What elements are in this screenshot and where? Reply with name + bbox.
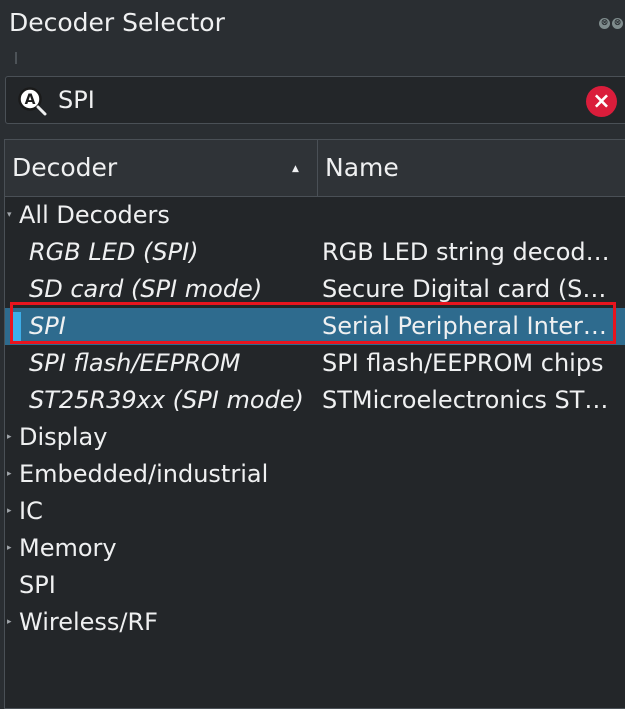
window-title: Decoder Selector (9, 8, 225, 37)
collapsed-arrow-icon[interactable]: ▸ (7, 419, 12, 456)
toolbar-grip[interactable] (15, 52, 17, 64)
close-icon[interactable]: ⊗ (612, 18, 623, 29)
tree-item-category[interactable]: ▸ Display (5, 419, 625, 456)
header-decoder[interactable]: Decoder (5, 140, 318, 196)
tree-item-category[interactable]: ▸ IC (5, 493, 625, 530)
search-input[interactable] (58, 86, 558, 114)
expanded-arrow-icon: ▾ (7, 210, 12, 220)
decoder-id: RGB LED (SPI) (29, 238, 199, 266)
category-label: Wireless/RF (19, 608, 158, 636)
tree-item-category[interactable]: SPI (5, 567, 625, 604)
tree-item-category[interactable]: ▸ Embedded/industrial (5, 456, 625, 493)
sort-ascending-icon: ▲ (292, 164, 299, 174)
title-buttons: ⊗ ⊗ (599, 18, 623, 29)
decoder-id: ST25R39xx (SPI mode) (29, 386, 304, 414)
decoder-name: Serial Peripheral Inter… (322, 312, 607, 340)
category-label: Embedded/industrial (19, 460, 269, 488)
collapsed-arrow-icon[interactable]: ▸ (7, 604, 12, 641)
svg-text:A: A (25, 92, 36, 108)
tree-item-decoder[interactable]: SD card (SPI mode) Secure Digital card (… (5, 271, 625, 308)
header-name[interactable]: Name (319, 140, 625, 196)
decoder-name: Secure Digital card (S… (322, 275, 607, 303)
tree-item-category[interactable]: ▸ Wireless/RF (5, 604, 625, 641)
decoder-tree[interactable]: Decoder ▲ Name ▾ All Decoders RGB LED (S… (4, 139, 625, 709)
tree-item-all-decoders[interactable]: ▾ All Decoders (5, 197, 625, 234)
tree-item-decoder[interactable]: RGB LED (SPI) RGB LED string decod… (5, 234, 625, 271)
category-label: Memory (19, 534, 117, 562)
category-label: All Decoders (19, 201, 170, 229)
selection-indicator (13, 312, 21, 341)
decoder-id: SPI flash/EEPROM (29, 349, 241, 377)
tree-item-decoder[interactable]: ST25R39xx (SPI mode) STMicroelectronics … (5, 382, 625, 419)
clear-icon[interactable]: × (586, 86, 617, 117)
collapsed-arrow-icon[interactable]: ▸ (7, 530, 12, 567)
tree-item-decoder[interactable]: SPI flash/EEPROM SPI flash/EEPROM chips (5, 345, 625, 382)
decoder-name: STMicroelectronics ST… (322, 386, 609, 414)
decoder-name: RGB LED string decod… (322, 238, 610, 266)
tree-header: Decoder ▲ Name (5, 140, 625, 197)
decoder-id: SPI (29, 312, 66, 340)
search-icon: A (18, 87, 47, 116)
decoder-name: SPI flash/EEPROM chips (322, 349, 604, 377)
collapsed-arrow-icon[interactable]: ▸ (7, 456, 12, 493)
decoder-id: SD card (SPI mode) (29, 275, 263, 303)
category-label: SPI (19, 571, 56, 599)
search-box[interactable]: A × (5, 76, 625, 124)
tree-item-category[interactable]: ▸ Memory (5, 530, 625, 567)
category-label: Display (19, 423, 108, 451)
float-icon[interactable]: ⊗ (599, 18, 610, 29)
tree-item-decoder-selected[interactable]: SPI Serial Peripheral Inter… (5, 308, 625, 345)
category-label: IC (19, 497, 43, 525)
collapsed-arrow-icon[interactable]: ▸ (7, 493, 12, 530)
